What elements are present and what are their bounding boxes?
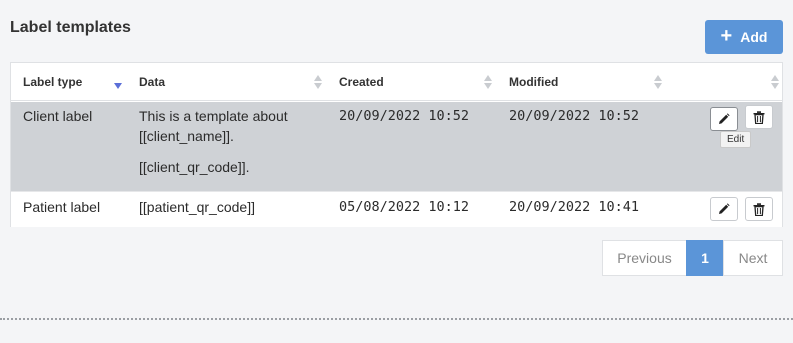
cell-label-type: Client label (23, 108, 93, 124)
pencil-icon (719, 203, 730, 214)
add-button[interactable]: + Add (705, 20, 783, 54)
table-row[interactable]: Client label This is a template about [[… (11, 102, 782, 191)
trash-icon (753, 202, 765, 216)
pencil-icon (719, 113, 730, 124)
table-row[interactable]: Patient label [[patient_qr_code]] 05/08/… (11, 191, 782, 227)
cell-label-type: Patient label (23, 199, 101, 215)
cell-modified: 20/09/2022 10:52 (509, 108, 640, 124)
cell-created: 05/08/2022 10:12 (339, 199, 470, 215)
label-templates-table: Label type Data Created Modified Client … (10, 62, 783, 227)
delete-button[interactable] (745, 197, 773, 221)
cell-data-line: [[client_name]]. (139, 128, 234, 144)
delete-button[interactable] (745, 105, 773, 129)
add-button-label: Add (740, 29, 768, 45)
pagination-page-current[interactable]: 1 (686, 240, 724, 276)
column-header-created[interactable]: Created (339, 63, 384, 101)
trash-icon (753, 110, 765, 124)
cell-data-line: This is a template about (139, 108, 288, 124)
page-title: Label templates (10, 19, 131, 36)
cell-data-line: [[patient_qr_code]] (139, 199, 255, 215)
cell-modified: 20/09/2022 10:41 (509, 199, 640, 215)
edit-tooltip: Edit (720, 131, 752, 148)
sort-desc-icon[interactable] (114, 74, 122, 90)
column-header-data[interactable]: Data (139, 63, 165, 101)
pagination-previous[interactable]: Previous (602, 240, 687, 276)
section-divider (0, 318, 793, 320)
sort-icon[interactable] (314, 74, 322, 90)
plus-icon: + (720, 25, 733, 47)
edit-button[interactable] (710, 197, 738, 221)
cell-created: 20/09/2022 10:52 (339, 108, 470, 124)
column-header-label-type[interactable]: Label type (23, 63, 82, 101)
pagination-next[interactable]: Next (723, 240, 783, 276)
edit-button[interactable] (710, 107, 738, 131)
sort-icon[interactable] (771, 74, 779, 90)
sort-icon[interactable] (484, 74, 492, 90)
cell-data-line: [[client_qr_code]]. (139, 159, 250, 175)
sort-icon[interactable] (654, 74, 662, 90)
column-header-modified[interactable]: Modified (509, 63, 558, 101)
table-header: Label type Data Created Modified (11, 63, 782, 101)
